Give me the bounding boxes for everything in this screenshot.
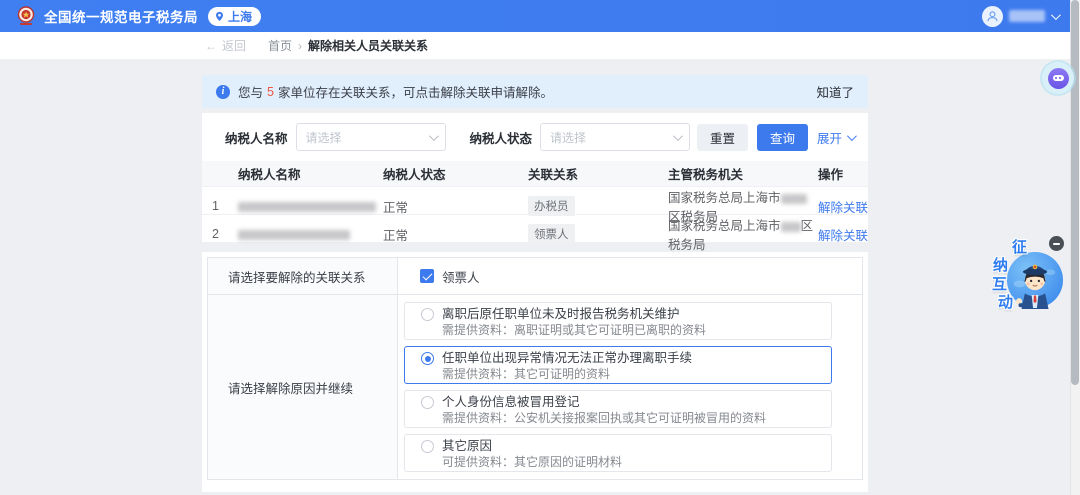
person-icon [986, 10, 999, 23]
robot-face-icon [1048, 68, 1069, 89]
taxpayer-name-label: 纳税人名称 [225, 128, 288, 147]
col-header-action: 操作 [818, 164, 868, 183]
assistant-char: 纳 [993, 254, 1008, 275]
app-title: 全国统一规范电子税务局 [44, 6, 198, 26]
top-bar: 全国统一规范电子税务局 上海 [0, 0, 1080, 32]
radio-icon [421, 308, 434, 321]
row-index: 2 [212, 227, 238, 241]
assistant-char: 动 [998, 291, 1013, 312]
back-arrow-icon: ← [205, 39, 217, 53]
col-header-name: 纳税人名称 [238, 164, 383, 183]
reason-select-row: 请选择解除原因并继续 离职后原任职单位未及时报告税务机关维护 需提供资料：离职证… [208, 295, 862, 479]
chat-assistant-button[interactable] [1042, 62, 1074, 94]
relation-select-row: 请选择要解除的关联关系 领票人 [208, 258, 862, 295]
user-menu[interactable] [982, 6, 1064, 27]
remove-relation-link[interactable]: 解除关联 [818, 225, 868, 244]
table-row: 2 正常 领票人 国家税务总局上海市区税务局 解除关联 [202, 215, 868, 243]
chevron-down-icon [428, 131, 438, 141]
relations-table: 纳税人名称 纳税人状态 关联关系 主管税务机关 操作 1 正常 办税员 国家税务… [202, 161, 868, 243]
location-pin-icon [214, 11, 225, 22]
banner-count: 5 [267, 85, 274, 99]
info-icon: i [216, 85, 230, 99]
filter-row: 纳税人名称 请选择 纳税人状态 请选择 重置 查询 展开 [225, 123, 854, 151]
row-index: 1 [212, 199, 238, 213]
row-status: 正常 [383, 225, 528, 244]
table-header-row: 纳税人名称 纳税人状态 关联关系 主管税务机关 操作 [202, 161, 868, 187]
breadcrumb-bar: ← 返回 首页 › 解除相关人员关联关系 [0, 32, 1080, 60]
tax-officer-mascot[interactable] [1006, 251, 1064, 309]
radio-selected-icon [421, 352, 434, 365]
taxpayer-name-redacted [238, 230, 350, 240]
row-authority: 国家税务总局上海市区税务局 [668, 215, 818, 253]
username-redacted [1009, 10, 1045, 22]
reason-option-1[interactable]: 离职后原任职单位未及时报告税务机关维护 需提供资料：离职证明或其它可证明已离职的… [404, 302, 832, 340]
chevron-down-icon [673, 131, 683, 141]
location-switcher[interactable]: 上海 [208, 7, 261, 26]
taxpayer-status-placeholder: 请选择 [550, 129, 673, 146]
assistant-char: 征 [1012, 236, 1027, 257]
reason-select-label: 请选择解除原因并继续 [208, 295, 398, 479]
relation-badge: 领票人 [528, 224, 575, 244]
query-card: 纳税人名称 请选择 纳税人状态 请选择 重置 查询 展开 纳税人名称 纳税人状态… [202, 113, 868, 243]
breadcrumb-separator: › [298, 39, 302, 53]
col-header-relation: 关联关系 [528, 164, 668, 183]
back-button[interactable]: ← 返回 [205, 37, 246, 54]
banner-text-after: 家单位存在关联关系，可点击解除关联申请解除。 [278, 82, 553, 101]
user-avatar [982, 6, 1003, 27]
removal-form-section: 请选择要解除的关联关系 领票人 请选择解除原因并继续 离职后原任职单位未及时报告… [202, 252, 868, 492]
row-status: 正常 [383, 197, 528, 216]
taxpayer-name-placeholder: 请选择 [306, 129, 429, 146]
radio-icon [421, 440, 434, 453]
info-banner: i 您与 5 家单位存在关联关系，可点击解除关联申请解除。 知道了 [202, 75, 868, 108]
banner-text-before: 您与 [238, 82, 263, 101]
taxpayer-name-redacted [238, 202, 376, 212]
scrollbar-thumb[interactable] [1071, 0, 1079, 385]
relation-select-label: 请选择要解除的关联关系 [208, 258, 398, 294]
remove-relation-link[interactable]: 解除关联 [818, 197, 868, 216]
table-row: 1 正常 办税员 国家税务总局上海市区税务局 解除关联 [202, 187, 868, 215]
breadcrumb-current: 解除相关人员关联关系 [308, 37, 428, 54]
relation-checkbox-label: 领票人 [442, 267, 480, 286]
search-button[interactable]: 查询 [757, 124, 808, 151]
chevron-down-icon [1051, 10, 1061, 20]
breadcrumb-home[interactable]: 首页 [268, 37, 292, 54]
taxpayer-status-label: 纳税人状态 [470, 128, 533, 147]
interaction-assistant-widget: 征 纳 互 动 [985, 228, 1080, 320]
col-header-authority: 主管税务机关 [668, 164, 818, 183]
relation-badge: 办税员 [528, 196, 575, 216]
radio-icon [421, 396, 434, 409]
reason-option-3[interactable]: 个人身份信息被冒用登记 需提供资料：公安机关接报案回执或其它可证明被冒用的资料 [404, 390, 832, 428]
location-label: 上海 [228, 8, 252, 25]
banner-dismiss-button[interactable]: 知道了 [816, 82, 854, 101]
back-label: 返回 [222, 37, 246, 54]
reason-option-2-selected[interactable]: 任职单位出现异常情况无法正常办理离职手续 需提供资料：其它可证明的资料 [404, 346, 832, 384]
expand-label: 展开 [817, 128, 842, 147]
taxpayer-name-select[interactable]: 请选择 [296, 123, 446, 151]
minimize-button[interactable] [1049, 236, 1064, 251]
reason-option-4[interactable]: 其它原因 可提供资料：其它原因的证明材料 [404, 434, 832, 472]
reset-button[interactable]: 重置 [697, 124, 748, 151]
taxpayer-status-select[interactable]: 请选择 [540, 123, 690, 151]
col-header-status: 纳税人状态 [383, 164, 528, 183]
chevron-down-icon [847, 131, 857, 141]
relation-checkbox[interactable] [420, 269, 434, 283]
expand-toggle[interactable]: 展开 [817, 128, 854, 147]
tax-bureau-emblem-icon [16, 6, 36, 26]
